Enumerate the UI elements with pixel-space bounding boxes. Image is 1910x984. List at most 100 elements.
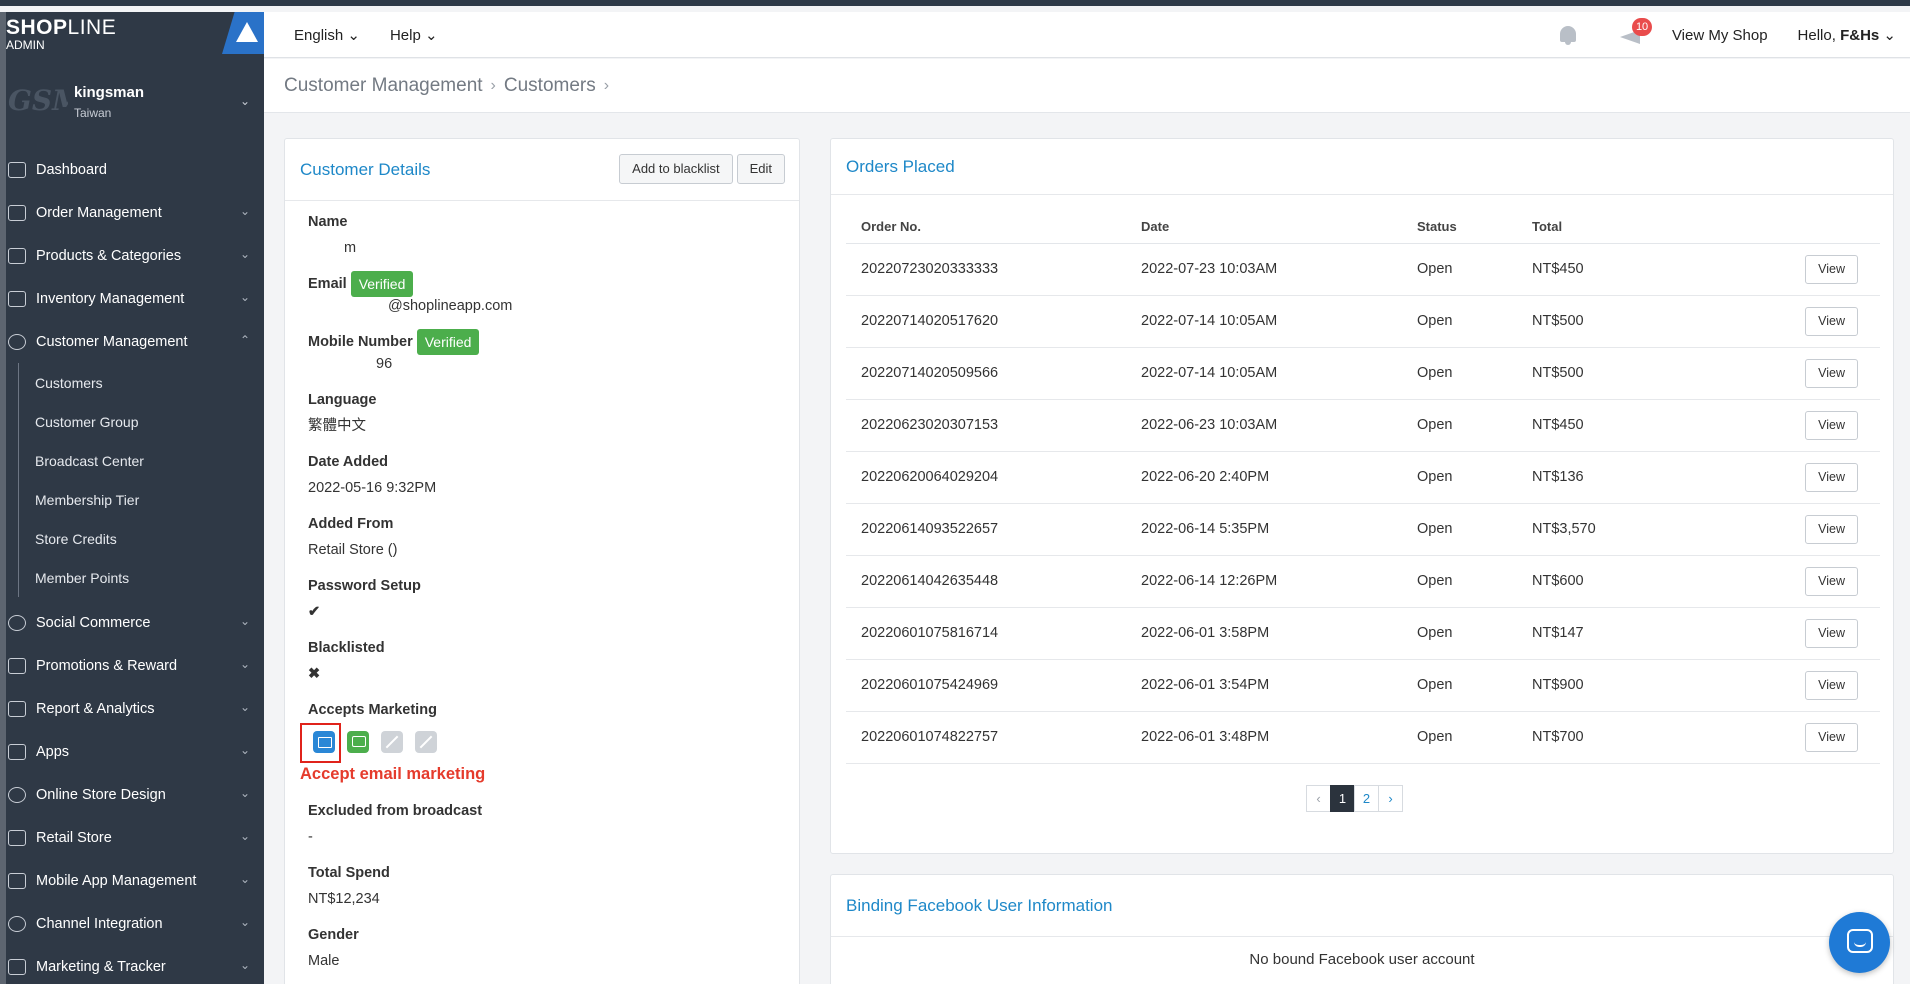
sidebar-item-online-store-design[interactable]: Online Store Design ⌄ [6,773,264,816]
store-switcher[interactable]: GSM kingsman Taiwan ⌄ [6,74,264,134]
brand-logo[interactable]: SHOPLINE ADMIN [6,16,116,58]
app-frame: SHOPLINE ADMIN GSM kingsman Taiwan ⌄ Das… [0,0,1910,984]
view-order-button[interactable]: View [1805,566,1858,596]
sidebar-item-report[interactable]: Report & Analytics ⌄ [6,687,264,730]
check-icon: ✔ [308,604,321,620]
sidebar-item-inventory[interactable]: Inventory Management ⌄ [6,277,264,320]
column-header: Status [1402,211,1517,244]
panel-header: Binding Facebook User Information [831,875,1893,937]
sms-marketing-icon[interactable] [347,731,369,753]
brand-name-bold: SHOP [6,16,68,39]
orders-body: 20220723020333333 2022-07-23 10:03AM Open N… [846,243,1880,764]
breadcrumb-current[interactable]: Customers [504,75,596,97]
inventory-icon [8,290,26,307]
chevron-down-icon: ⌄ [239,743,250,757]
edit-button[interactable]: Edit [736,154,785,184]
table-row: 20220623020307153 2022-06-23 10:03AM Open N… [846,399,1880,452]
order-total: NT$136 [1517,451,1687,504]
sidebar-subitem-member-points[interactable]: Member Points [35,558,264,597]
sidebar-item-label: Channel Integration [36,915,163,932]
prev-page-button[interactable]: ‹ [1306,785,1331,812]
page-button-2[interactable]: 2 [1354,785,1379,812]
language-dropdown[interactable]: English ⌄ [294,26,360,44]
customer-submenu: Customers Customer Group Broadcast Cente… [18,363,264,597]
view-order-button[interactable]: View [1805,462,1858,492]
panel-header: Customer Details Add to blacklist Edit [285,139,799,201]
sidebar-subitem-broadcast-center[interactable]: Broadcast Center [35,441,264,480]
store-icon [8,829,26,846]
field-excluded-broadcast: Excluded from broadcast - [308,800,799,846]
column-header: Order No. [846,211,1126,244]
view-order-button[interactable]: View [1805,410,1858,440]
sidebar-item-mobile-app[interactable]: Mobile App Management ⌄ [6,859,264,902]
sidebar-subitem-customers[interactable]: Customers [35,363,264,402]
panel-title: Binding Facebook User Information [846,895,1113,915]
customer-details-panel: Customer Details Add to blacklist Edit N… [284,138,800,984]
user-menu[interactable]: Hello, F&Hs ⌄ [1798,26,1896,44]
sidebar-subitem-membership-tier[interactable]: Membership Tier [35,480,264,519]
view-order-button[interactable]: View [1805,618,1858,648]
view-order-button[interactable]: View [1805,254,1858,284]
disabled-marketing-icon[interactable] [415,731,437,753]
order-total: NT$500 [1517,347,1687,400]
next-page-button[interactable]: › [1378,785,1403,812]
cross-icon: ✖ [308,666,321,682]
dashboard-icon [8,161,26,178]
help-dropdown[interactable]: Help ⌄ [390,26,438,44]
sidebar-item-order-management[interactable]: Order Management ⌄ [6,191,264,234]
bell-icon[interactable] [1558,24,1578,46]
sidebar-item-apps[interactable]: Apps ⌄ [6,730,264,773]
sidebar-item-label: Customer Management [36,333,188,350]
sidebar-item-label: Social Commerce [36,614,151,631]
email-marketing-icon[interactable] [313,731,335,753]
brand-name-light: LINE [67,16,117,39]
sidebar-item-products[interactable]: Products & Categories ⌄ [6,234,264,277]
sidebar-item-label: Retail Store [36,829,112,846]
page-button-1[interactable]: 1 [1330,785,1355,812]
view-order-button[interactable]: View [1805,306,1858,336]
view-order-button[interactable]: View [1805,722,1858,752]
announcement-button[interactable]: 10 [1618,18,1653,46]
sidebar-item-dashboard[interactable]: Dashboard [6,148,264,191]
chevron-down-icon: ⌄ [424,26,438,44]
collapse-sidebar-button[interactable] [222,12,264,54]
order-icon [8,204,26,221]
tag-icon [8,657,26,674]
order-total: NT$900 [1517,659,1687,712]
breadcrumb-parent[interactable]: Customer Management [284,75,483,97]
sidebar-item-marketing[interactable]: Marketing & Tracker ⌄ [6,945,264,984]
sidebar-item-label: Apps [36,743,70,760]
sidebar-item-promotions[interactable]: Promotions & Reward ⌄ [6,644,264,687]
user-name: F&Hs [1840,27,1880,44]
chevron-right-icon: › [490,76,496,94]
sidebar-item-customer-management[interactable]: Customer Management ⌃ [6,320,264,363]
view-my-shop-link[interactable]: View My Shop [1672,27,1768,44]
sidebar-item-social-commerce[interactable]: Social Commerce ⌄ [6,601,264,644]
sidebar-subitem-store-credits[interactable]: Store Credits [35,519,264,558]
store-name: kingsman [74,84,145,101]
empty-state: No bound Facebook user account [1249,951,1475,968]
table-row: 20220601074822757 2022-06-01 3:48PM Open NT… [846,711,1880,764]
view-order-button[interactable]: View [1805,358,1858,388]
field-name: Name m [308,211,799,257]
megaphone-icon [8,958,26,975]
order-status: Open [1402,295,1517,348]
field-accepts-marketing: Accepts Marketing [300,699,799,763]
sidebar-subitem-customer-group[interactable]: Customer Group [35,402,264,441]
sidebar-item-channel-integration[interactable]: Channel Integration ⌄ [6,902,264,945]
verified-badge: Verified [350,271,414,297]
order-number: 20220601075816714 [846,607,1126,660]
field-label: Mobile Number [308,334,413,350]
field-value: @shoplineapp.com [388,298,513,314]
view-order-button[interactable]: View [1805,514,1858,544]
chevron-right-icon: › [603,76,610,94]
field-language: Language 繁體中文 [308,389,799,435]
support-chat-button[interactable] [1829,912,1890,973]
disabled-marketing-icon[interactable] [381,731,403,753]
order-number: 20220714020517620 [846,295,1126,348]
order-number: 20220623020307153 [846,399,1126,452]
add-to-blacklist-button[interactable]: Add to blacklist [619,154,733,184]
view-order-button[interactable]: View [1805,670,1858,700]
sidebar-item-retail-store[interactable]: Retail Store ⌄ [6,816,264,859]
field-value: m [344,240,357,256]
